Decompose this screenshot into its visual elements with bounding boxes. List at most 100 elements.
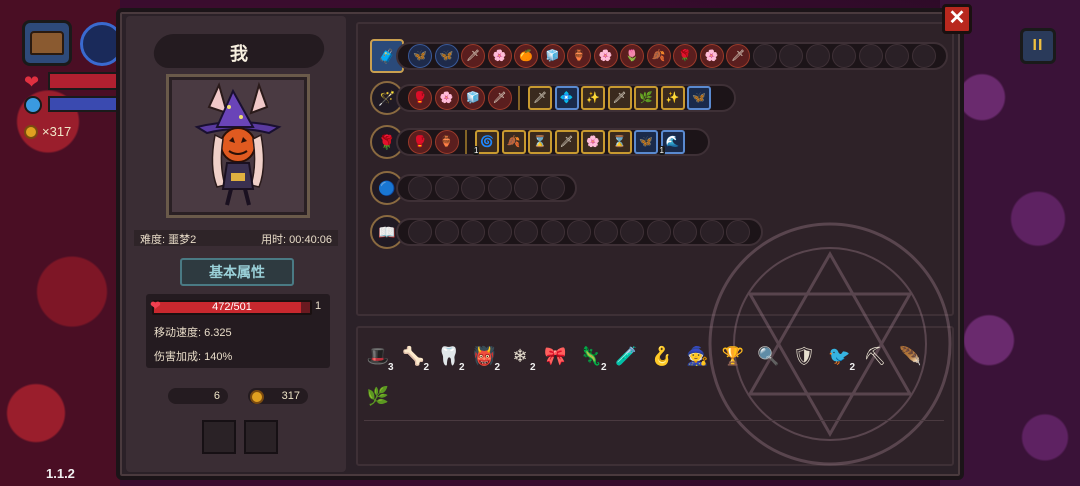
inventory-item-count: 2 bbox=[601, 362, 607, 373]
inventory-item-count: 3 bbox=[388, 362, 394, 373]
empty-slot[interactable] bbox=[779, 44, 803, 68]
inventory-item[interactable]: 🏆 bbox=[719, 342, 747, 370]
upgrade-slot[interactable]: ⌛ bbox=[607, 130, 632, 154]
inventory-item[interactable]: 🛡 bbox=[790, 342, 818, 370]
close-button[interactable]: ✕ bbox=[942, 4, 972, 34]
upgrade-slot[interactable]: 🗡 bbox=[607, 86, 632, 110]
upgrade-slot[interactable]: ⌛ bbox=[528, 130, 552, 154]
skill-slot[interactable]: 🦋 bbox=[434, 44, 459, 68]
equipment-slot-2[interactable] bbox=[244, 420, 278, 454]
row-divider bbox=[465, 130, 467, 154]
upgrade-slot[interactable]: ✨ bbox=[660, 86, 685, 110]
empty-slot[interactable] bbox=[408, 220, 432, 244]
empty-slot[interactable] bbox=[885, 44, 909, 68]
empty-slot[interactable] bbox=[832, 44, 856, 68]
mana-icon bbox=[24, 96, 42, 114]
inventory-item-count: 2 bbox=[849, 362, 856, 373]
run-info-bar: 难度: 噩梦2 用时: 00:40:06 bbox=[134, 230, 338, 246]
skill-slot[interactable]: 🥊 bbox=[408, 86, 432, 110]
empty-slot[interactable] bbox=[593, 220, 618, 244]
empty-slot[interactable] bbox=[540, 176, 565, 200]
inventory-item[interactable]: 🪝 bbox=[648, 342, 676, 370]
empty-slot[interactable] bbox=[461, 176, 485, 200]
skill-slot[interactable]: 🏺 bbox=[434, 130, 459, 154]
skill-slot[interactable]: 🧊 bbox=[540, 44, 565, 68]
pause-button[interactable]: II bbox=[1020, 28, 1056, 64]
skill-slot[interactable]: 🌸 bbox=[699, 44, 724, 68]
difficulty-label: 难度: 噩梦2 bbox=[140, 234, 197, 246]
inventory-item[interactable]: 🧪 bbox=[613, 342, 641, 370]
upgrade-slot[interactable]: ✨ bbox=[581, 86, 605, 110]
empty-slot[interactable] bbox=[487, 176, 512, 200]
empty-slot[interactable] bbox=[487, 220, 512, 244]
skill-slot[interactable]: 🦋 bbox=[408, 44, 432, 68]
empty-slot[interactable] bbox=[408, 176, 432, 200]
hud-hp-bar bbox=[48, 72, 120, 90]
inventory-item[interactable]: 🪶 bbox=[897, 342, 925, 370]
hp-text: 472/501 bbox=[212, 301, 252, 313]
upgrade-slot[interactable]: 🌸 bbox=[581, 130, 605, 154]
empty-slot[interactable] bbox=[540, 220, 565, 244]
coin-icon bbox=[250, 390, 264, 404]
skill-slot[interactable]: 🗡 bbox=[461, 44, 485, 68]
equipment-slot-1[interactable] bbox=[202, 420, 236, 454]
empty-slot[interactable] bbox=[673, 220, 697, 244]
empty-slot[interactable] bbox=[567, 220, 591, 244]
skill-slot[interactable]: 🗡 bbox=[726, 44, 750, 68]
skill-slot[interactable]: 🗡 bbox=[487, 86, 512, 110]
hp-bar: 472/501 bbox=[152, 300, 312, 315]
skill-slot[interactable]: 🌷 bbox=[620, 44, 644, 68]
hud-chest-button[interactable] bbox=[22, 20, 72, 66]
inventory-item[interactable]: 🌿 bbox=[364, 382, 392, 410]
empty-slot[interactable] bbox=[434, 176, 459, 200]
inventory-item-count: 2 bbox=[423, 362, 430, 373]
heart-icon: ❤ bbox=[150, 298, 161, 313]
upgrade-slot[interactable]: 🌿 bbox=[634, 86, 658, 110]
inventory-item[interactable]: 🔍 bbox=[755, 342, 783, 370]
upgrade-slot[interactable]: 🦋 bbox=[687, 86, 711, 110]
upgrade-slot[interactable]: 🦋 bbox=[634, 130, 658, 154]
empty-slot[interactable] bbox=[858, 44, 883, 68]
inventory-item[interactable]: ⛏ bbox=[861, 342, 889, 370]
empty-slot[interactable] bbox=[620, 220, 644, 244]
empty-slot[interactable] bbox=[514, 220, 538, 244]
inventory-item[interactable]: 🧙 bbox=[684, 342, 712, 370]
empty-slot[interactable] bbox=[752, 44, 777, 68]
upgrade-slot[interactable]: 🗡 bbox=[528, 86, 552, 110]
row-divider bbox=[518, 86, 520, 110]
skill-slot[interactable]: 🏺 bbox=[567, 44, 591, 68]
empty-slot[interactable] bbox=[911, 44, 936, 68]
inventory-item-count: 2 bbox=[494, 362, 501, 373]
skill-slot[interactable]: 🌹 bbox=[673, 44, 697, 68]
upgrade-slot[interactable]: 🍂 bbox=[501, 130, 526, 154]
upgrade-badge: 1 bbox=[658, 146, 665, 155]
character-portrait bbox=[166, 74, 310, 218]
upgrade-slot[interactable]: 💠 bbox=[554, 86, 579, 110]
inventory-divider bbox=[364, 420, 944, 421]
skill-slot[interactable]: 🍂 bbox=[646, 44, 671, 68]
empty-slot[interactable] bbox=[699, 220, 724, 244]
empty-slot[interactable] bbox=[461, 220, 485, 244]
hp-extra: 1 bbox=[315, 300, 322, 312]
inventory-item[interactable]: 🎀 bbox=[542, 342, 570, 370]
empty-slot[interactable] bbox=[726, 220, 750, 244]
attributes-tab[interactable]: 基本属性 bbox=[180, 258, 294, 286]
skill-slot[interactable]: 🌸 bbox=[487, 44, 512, 68]
inventory-item-count: 2 bbox=[530, 362, 536, 373]
empty-slot[interactable] bbox=[805, 44, 830, 68]
skill-slot[interactable]: 🧊 bbox=[461, 86, 485, 110]
upgrade-slot[interactable]: 🗡 bbox=[554, 130, 579, 154]
empty-slot[interactable] bbox=[514, 176, 538, 200]
damage-bonus-stat: 伤害加成: 140% bbox=[154, 351, 233, 363]
hud-mana-bar bbox=[48, 96, 120, 112]
version-label: 1.1.2 bbox=[46, 466, 75, 481]
skill-slot[interactable]: 🥊 bbox=[408, 130, 432, 154]
time-label: 用时: 00:40:06 bbox=[261, 234, 332, 246]
empty-slot[interactable] bbox=[646, 220, 671, 244]
key-counter: 6 bbox=[168, 388, 228, 404]
skill-slot[interactable]: 🍊 bbox=[514, 44, 538, 68]
skill-slot[interactable]: 🌸 bbox=[434, 86, 459, 110]
heart-icon: ❤ bbox=[24, 72, 40, 92]
empty-slot[interactable] bbox=[434, 220, 459, 244]
skill-slot[interactable]: 🌸 bbox=[593, 44, 618, 68]
